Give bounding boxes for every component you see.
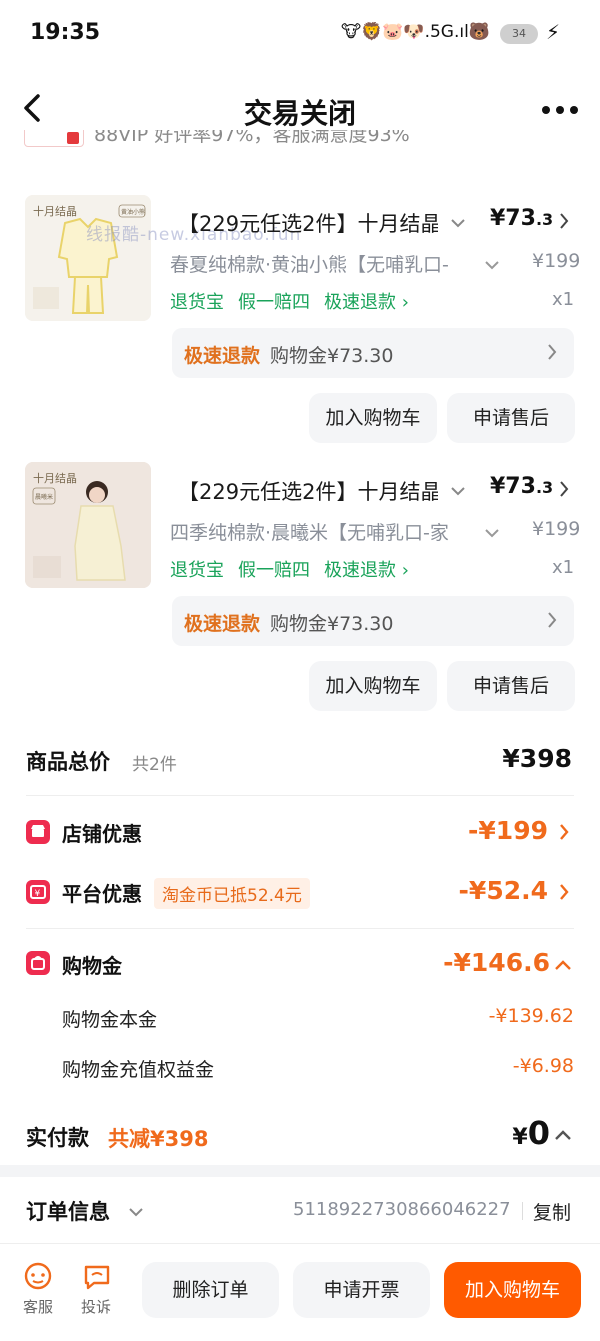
gold-bonus-label: 购物金充值权益金 bbox=[62, 1059, 215, 1081]
chevron-up-icon[interactable] bbox=[554, 956, 572, 975]
product-sku[interactable]: 春夏纯棉款·黄油小熊【无哺乳口- bbox=[170, 250, 470, 277]
chevron-right-icon bbox=[546, 610, 558, 634]
shopping-gold-amount: -¥146.6 bbox=[443, 948, 550, 977]
tag-authentic-guarantee: 假一赔四 bbox=[238, 292, 310, 313]
product-image[interactable]: 十月结晶 晨曦米 bbox=[25, 462, 151, 588]
refund-status-row[interactable]: 极速退款 购物金¥73.30 bbox=[172, 328, 574, 378]
refund-label: 极速退款 bbox=[184, 613, 261, 635]
paid-label: 实付款 bbox=[26, 1126, 89, 1150]
shop-icon bbox=[26, 820, 50, 844]
shop-rating-banner: 88VIP 好评率97%，客服满意度93% bbox=[24, 130, 584, 160]
complain-label[interactable]: 投诉 bbox=[76, 1296, 116, 1317]
add-to-cart-button[interactable]: 加入购物车 bbox=[309, 393, 437, 443]
add-to-cart-button[interactable]: 加入购物车 bbox=[309, 661, 437, 711]
tag-authentic-guarantee: 假一赔四 bbox=[238, 560, 310, 581]
section-divider bbox=[0, 1165, 600, 1177]
shop-logo bbox=[24, 130, 84, 147]
paid-saved: 共减¥398 bbox=[108, 1127, 209, 1151]
product-qty: x1 bbox=[552, 289, 575, 310]
refund-status-row[interactable]: 极速退款 购物金¥73.30 bbox=[172, 596, 574, 646]
shopping-gold-label: 购物金 bbox=[62, 954, 122, 978]
shop-rating-text: 88VIP 好评率97%，客服满意度93% bbox=[94, 130, 410, 146]
status-time: 19:35 bbox=[30, 20, 101, 45]
total-label: 商品总价 bbox=[26, 750, 110, 774]
refund-amount: 购物金¥73.30 bbox=[270, 345, 394, 367]
divider bbox=[26, 795, 574, 796]
product-title[interactable]: 【229元任选2件】十月结晶 bbox=[178, 476, 438, 506]
gold-principal-label: 购物金本金 bbox=[62, 1009, 158, 1031]
coin-deduction-tag: 淘金币已抵52.4元 bbox=[154, 878, 310, 909]
tag-fast-refund[interactable]: 极速退款 › bbox=[324, 288, 409, 314]
shopping-gold-icon bbox=[26, 951, 50, 975]
page-title: 交易关闭 bbox=[243, 97, 356, 130]
complain-icon[interactable] bbox=[82, 1263, 112, 1295]
chevron-down-icon[interactable] bbox=[484, 256, 500, 275]
product-image[interactable]: 十月结晶 黄油小熊 bbox=[25, 195, 151, 321]
product-price: ¥73.3 bbox=[490, 206, 554, 231]
chevron-down-icon[interactable] bbox=[484, 524, 500, 543]
divider bbox=[26, 928, 574, 929]
battery-icon: 34 bbox=[500, 24, 538, 44]
product-qty: x1 bbox=[552, 557, 575, 578]
add-to-cart-primary-button[interactable]: 加入购物车 bbox=[444, 1262, 581, 1318]
gold-bonus-amount: -¥6.98 bbox=[512, 1055, 574, 1077]
total-count: 共2件 bbox=[132, 755, 177, 775]
product-sku[interactable]: 四季纯棉款·晨曦米【无哺乳口-家 bbox=[170, 518, 470, 545]
product-title[interactable]: 【229元任选2件】十月结晶 bbox=[178, 208, 438, 238]
original-price: ¥199 bbox=[532, 518, 581, 540]
chevron-down-icon[interactable] bbox=[450, 214, 466, 233]
thumb-brand: 十月结晶 bbox=[33, 204, 77, 218]
total-amount: ¥398 bbox=[502, 744, 572, 773]
order-info-label[interactable]: 订单信息 bbox=[26, 1196, 110, 1226]
platform-discount-label: 平台优惠 bbox=[62, 882, 142, 906]
request-invoice-button[interactable]: 申请开票 bbox=[293, 1262, 430, 1318]
more-icon[interactable] bbox=[540, 100, 580, 120]
refund-amount: 购物金¥73.30 bbox=[270, 613, 394, 635]
shop-discount-amount: -¥199 bbox=[468, 816, 548, 845]
after-sale-button[interactable]: 申请售后 bbox=[447, 661, 575, 711]
original-price: ¥199 bbox=[532, 250, 581, 272]
tag-fast-refund[interactable]: 极速退款 › bbox=[324, 556, 409, 582]
gold-principal-amount: -¥139.62 bbox=[488, 1005, 574, 1027]
platform-discount-amount: -¥52.4 bbox=[458, 876, 548, 905]
chevron-right-icon[interactable] bbox=[558, 212, 570, 234]
chevron-down-icon[interactable] bbox=[450, 482, 466, 501]
charging-icon: ⚡ bbox=[545, 20, 560, 44]
tag-return-insurance: 退货宝 bbox=[170, 560, 224, 581]
chevron-down-icon[interactable] bbox=[128, 1203, 144, 1222]
divider bbox=[522, 1202, 523, 1220]
chevron-right-icon bbox=[546, 342, 558, 366]
shop-discount-label: 店铺优惠 bbox=[62, 822, 142, 846]
status-icons: 🐮🦁🐷🐶.5G.ıl🐻 bbox=[340, 22, 490, 42]
chevron-right-icon[interactable] bbox=[558, 882, 570, 906]
platform-icon: ¥ bbox=[26, 880, 50, 904]
thumb-brand: 十月结晶 bbox=[33, 471, 77, 485]
chevron-right-icon[interactable] bbox=[558, 822, 570, 846]
tag-return-insurance: 退货宝 bbox=[170, 292, 224, 313]
order-number: 5118922730866046227 bbox=[293, 1199, 511, 1220]
customer-service-label[interactable]: 客服 bbox=[18, 1296, 58, 1317]
svg-text:¥: ¥ bbox=[35, 889, 41, 899]
chevron-up-icon[interactable] bbox=[554, 1126, 572, 1145]
thumb-label: 黄油小熊 bbox=[121, 208, 145, 216]
delete-order-button[interactable]: 删除订单 bbox=[142, 1262, 279, 1318]
after-sale-button[interactable]: 申请售后 bbox=[447, 393, 575, 443]
customer-service-icon[interactable] bbox=[22, 1262, 54, 1294]
paid-amount: ¥0 bbox=[512, 1114, 550, 1152]
thumb-label: 晨曦米 bbox=[35, 493, 53, 501]
refund-label: 极速退款 bbox=[184, 345, 261, 367]
copy-button[interactable]: 复制 bbox=[533, 1198, 571, 1225]
chevron-right-icon[interactable] bbox=[558, 480, 570, 502]
product-price: ¥73.3 bbox=[490, 474, 554, 499]
